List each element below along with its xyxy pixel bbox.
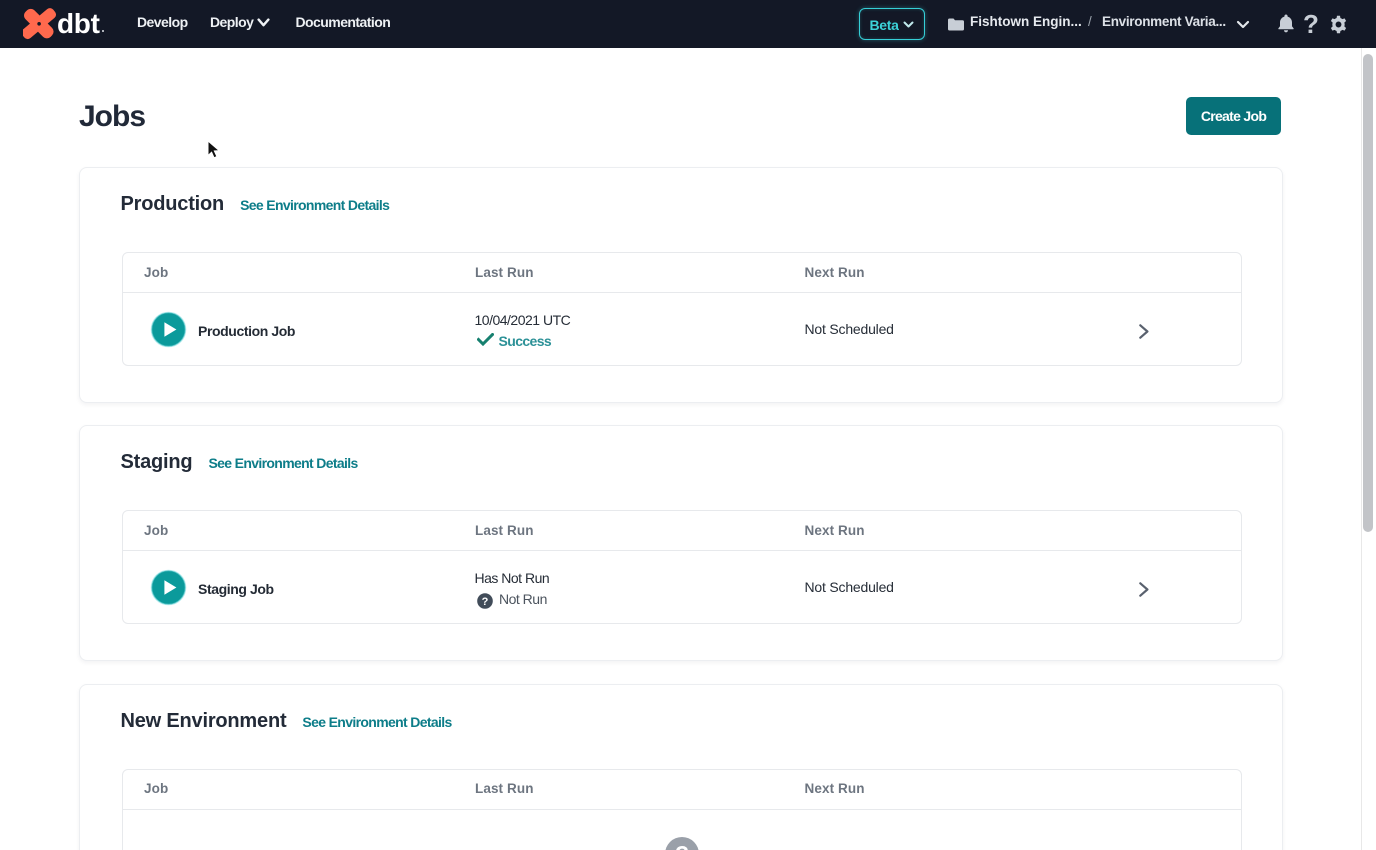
- svg-text:?: ?: [675, 841, 689, 850]
- svg-text:?: ?: [481, 595, 488, 607]
